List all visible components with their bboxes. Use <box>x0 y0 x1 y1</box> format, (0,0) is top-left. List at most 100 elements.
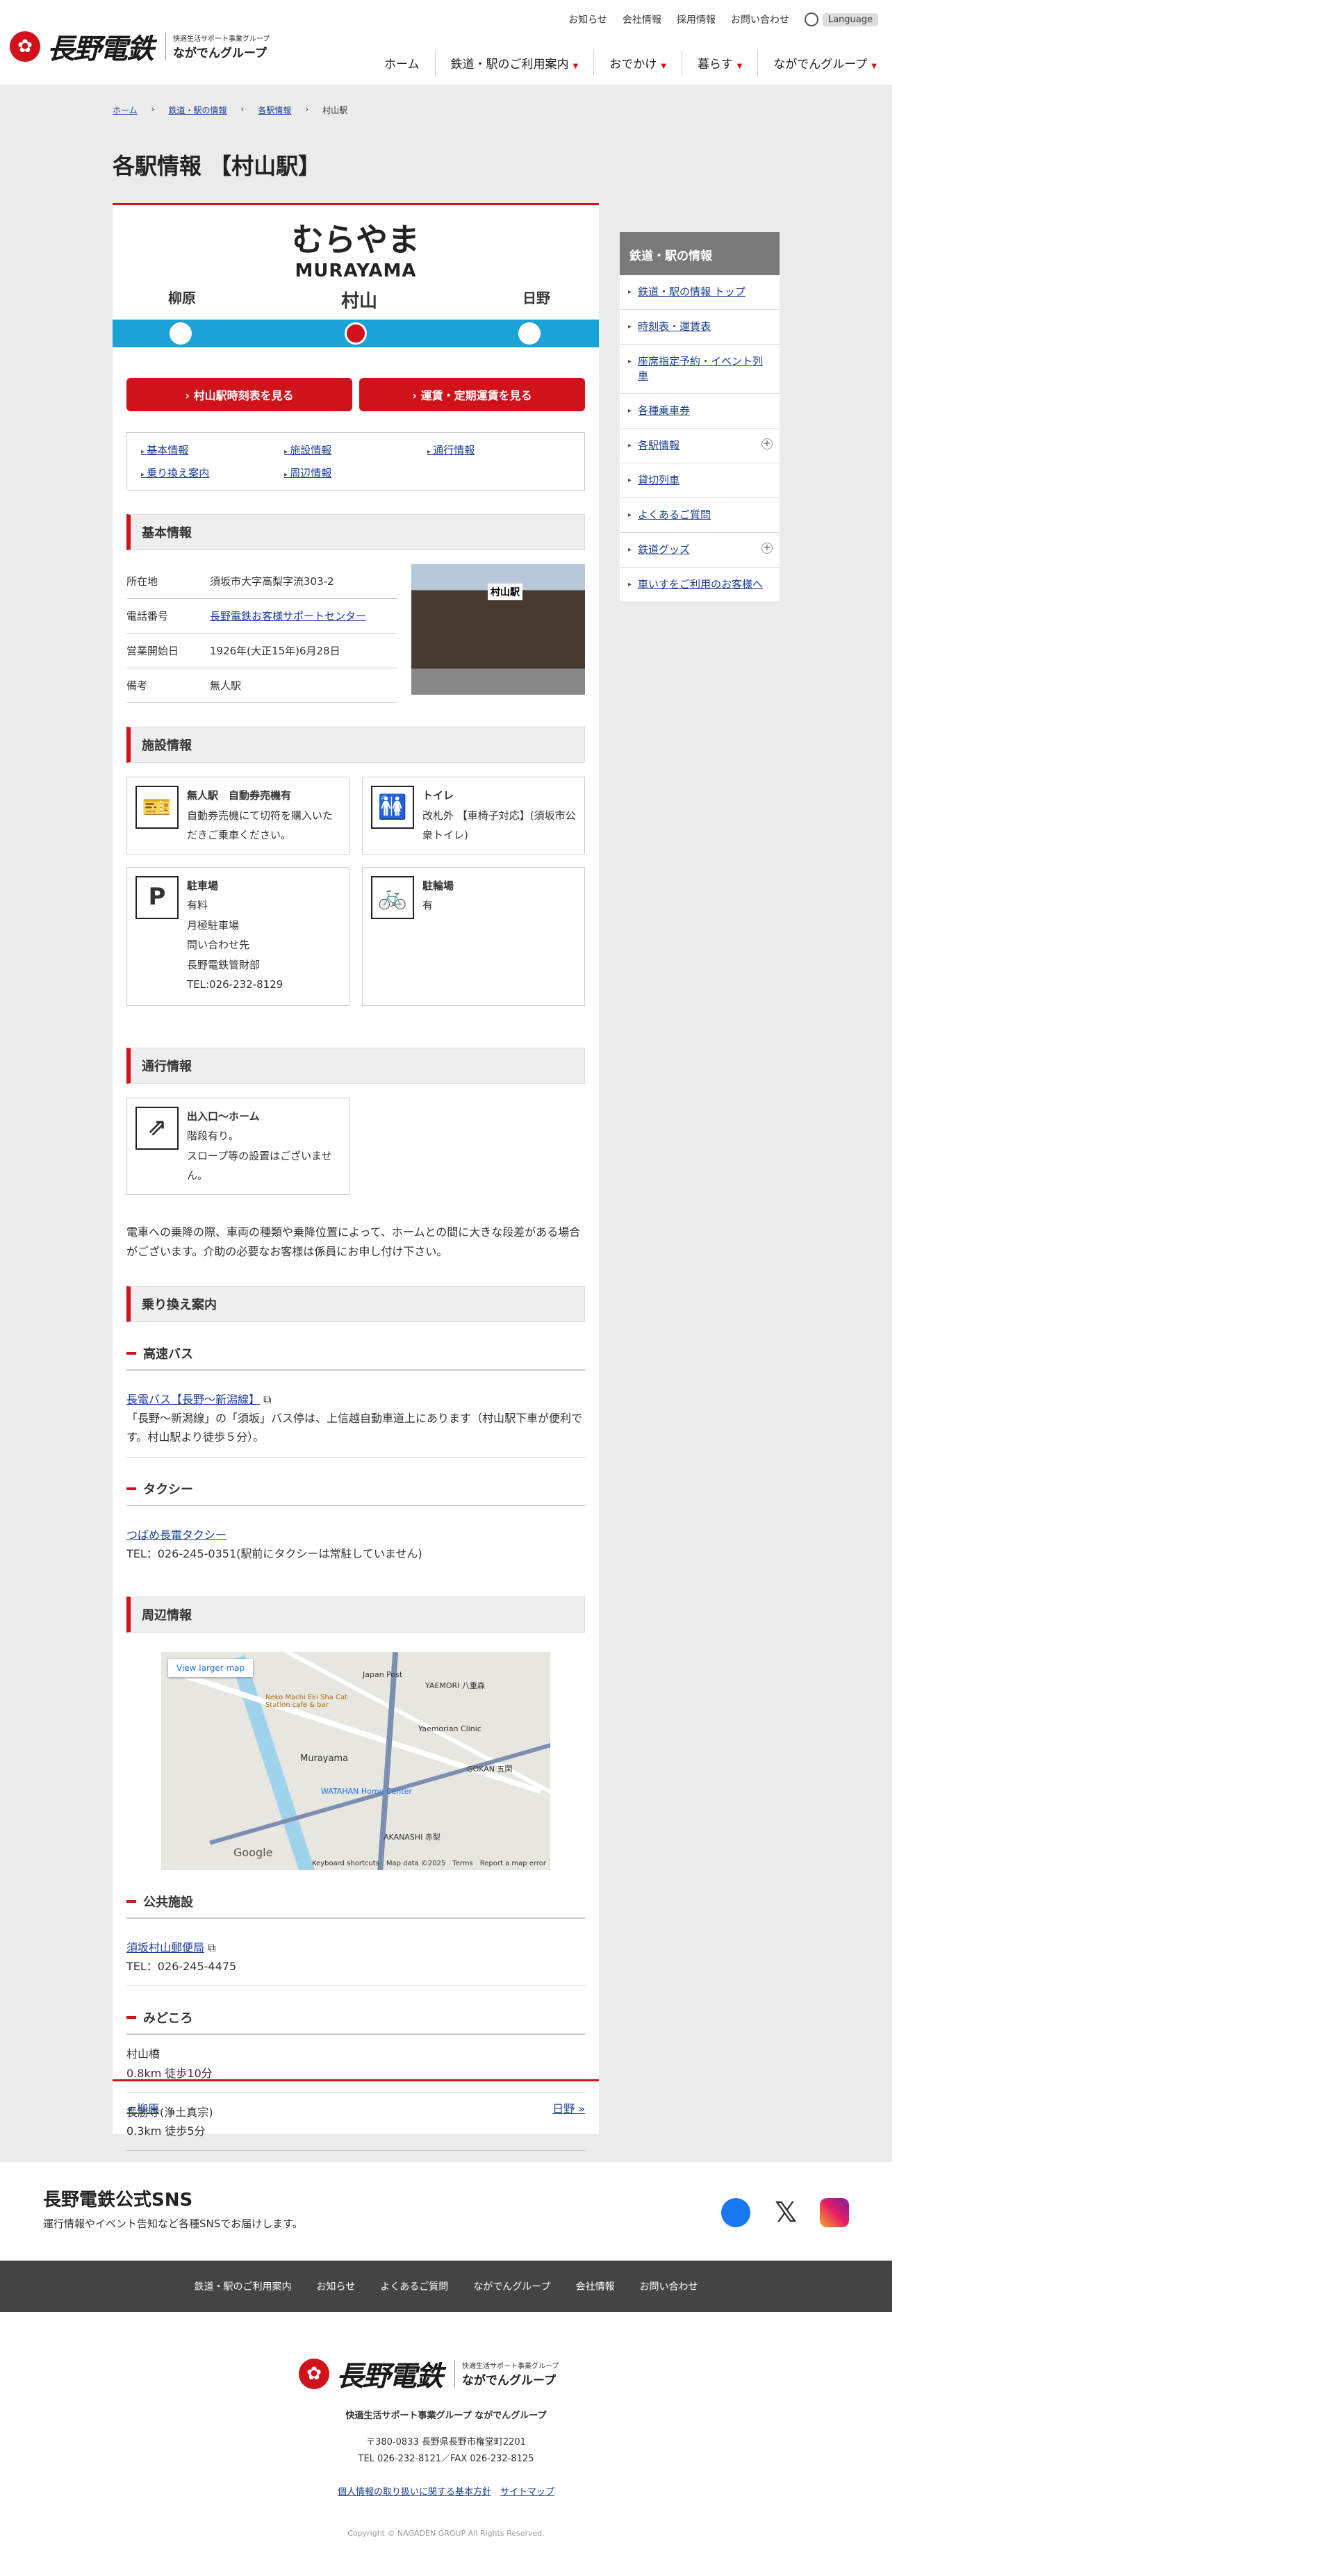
support-center-link[interactable]: 長野電鉄お客様サポートセンター <box>210 609 366 623</box>
facility-card: 🎫 無人駅 自動券売機有 自動券売機にて切符を購入いただきご乗車ください。 <box>126 777 349 854</box>
anchor-facility[interactable]: 施設情報 <box>284 443 427 457</box>
util-news-link[interactable]: お知らせ <box>568 13 607 26</box>
group-logo: 快適生活サポート事業グループ ながでんグループ <box>165 33 270 60</box>
basic-heading: 基本情報 <box>126 514 585 550</box>
footer-nav-item[interactable]: よくあるご質問 <box>380 2279 448 2293</box>
post-office-link[interactable]: 須坂村山郵便局 <box>126 1941 204 1954</box>
nav-group[interactable]: ながでんグループ ▼ <box>757 50 892 76</box>
access-card: ⇗ 出入口〜ホーム 階段有り。 スロープ等の設置はございません。 <box>126 1097 349 1195</box>
footer-nav-item[interactable]: 鉄道・駅のご利用案内 <box>195 2279 292 2293</box>
footer-nav-item[interactable]: 会社情報 <box>575 2279 614 2293</box>
nagaden-mark-icon: ✿ <box>10 31 40 62</box>
sidebar-item[interactable]: 鉄道・駅の情報 トップ <box>620 275 780 310</box>
page-title: 各駅情報 【村山駅】 <box>113 153 321 179</box>
anchor-access[interactable]: 通行情報 <box>427 443 570 457</box>
taxi-link[interactable]: つばめ長電タクシー <box>126 1528 227 1542</box>
breadcrumb-home[interactable]: ホーム <box>113 104 138 116</box>
footer-tel: TEL 026-232-8121／FAX 026-232-8125 <box>358 2454 534 2464</box>
site-logo[interactable]: ✿ 長野電鉄 快適生活サポート事業グループ ながでんグループ <box>10 26 270 67</box>
facility-card: P 駐車場 有料 月極駐車場 問い合わせ先 長野電鉄管財部 TEL:026-232-… <box>126 866 349 1006</box>
sidebar-item[interactable]: 各種乗車券 <box>620 394 780 429</box>
footer-nav-item[interactable]: お問い合わせ <box>639 2279 698 2293</box>
breadcrumb-railway[interactable]: 鉄道・駅の情報 <box>168 104 227 116</box>
logo-text: 長野電鉄 <box>47 33 154 65</box>
nav-railway[interactable]: 鉄道・駅のご利用案内 ▼ <box>434 50 594 76</box>
facility-card: 🚲 駐輪場有 <box>362 866 585 1006</box>
sidebar-item[interactable]: 貸切列車 <box>620 463 780 498</box>
table-row: 備考 無人駅 <box>126 668 397 703</box>
facility-grid: 🎫 無人駅 自動券売機有 自動券売機にて切符を購入いただきご乗車ください。 🚻 トイレ… <box>126 777 585 1006</box>
privacy-link[interactable]: 個人情報の取り扱いに関する基本方針 <box>338 2487 491 2497</box>
map-larger-link[interactable]: View larger map <box>168 1659 254 1678</box>
util-recruit-link[interactable]: 採用情報 <box>677 13 716 26</box>
timetable-button[interactable]: › 村山駅時刻表を見る <box>126 378 352 411</box>
sidebar: 鉄道・駅の情報 鉄道・駅の情報 トップ 時刻表・運賃表 座席指定予約・イベント列… <box>620 232 780 602</box>
station-kana: むらやま <box>292 221 420 258</box>
sns-text: 運行情報やイベント告知など各種SNSでお届けします。 <box>43 2218 303 2230</box>
sns-title: 長野電鉄公式SNS <box>43 2190 193 2211</box>
nav-home[interactable]: ホーム <box>369 50 435 76</box>
site-header: ✿ 長野電鉄 快適生活サポート事業グループ ながでんグループ お知らせ 会社情報 … <box>0 0 892 85</box>
nav-living[interactable]: 暮らす ▼ <box>681 50 757 76</box>
nearby-heading: 周辺情報 <box>126 1596 585 1633</box>
prev-station: 柳原 <box>168 290 196 306</box>
x-icon[interactable]: 𝕏 <box>771 2198 800 2227</box>
sns-section: 長野電鉄公式SNS 運行情報やイベント告知など各種SNSでお届けします。 𝕏 <box>0 2162 892 2261</box>
taxi-heading: タクシー <box>126 1480 585 1506</box>
sidebar-item[interactable]: 車いすをご利用のお客様へ <box>620 568 780 602</box>
anchor-nearby[interactable]: 周辺情報 <box>284 465 427 480</box>
sidebar-item[interactable]: 各駅情報+ <box>620 429 780 463</box>
facility-card: 🚻 トイレ 改札外 【車椅子対応】(須坂市公衆トイレ) <box>362 777 585 854</box>
prev-station-link[interactable]: « 柳原 <box>126 2099 159 2116</box>
bus-link[interactable]: 長電バス【長野〜新潟線】 <box>126 1393 260 1406</box>
station-dot <box>518 322 541 345</box>
google-map[interactable]: View larger map Murayama Japan Post YAEM… <box>161 1652 550 1871</box>
sidebar-title: 鉄道・駅の情報 <box>620 232 780 275</box>
footer-nav-item[interactable]: お知らせ <box>317 2279 356 2293</box>
station-main: むらやま MURAYAMA 柳原 村山 日野 › 村山駅時刻表を見る › 運賃・… <box>113 203 599 2152</box>
plus-icon[interactable]: + <box>761 543 773 554</box>
table-row: 所在地 須坂市大字高梨字流303-2 <box>126 564 397 599</box>
table-row: 電話番号 長野電鉄お客様サポートセンター <box>126 599 397 634</box>
nav-outing[interactable]: おでかけ ▼ <box>593 50 682 76</box>
footer-nav-item[interactable]: ながでんグループ <box>473 2279 550 2293</box>
util-contact-link[interactable]: お問い合わせ <box>731 13 789 26</box>
anchor-transfer[interactable]: 乗り換え案内 <box>141 465 284 480</box>
public-heading: 公共施設 <box>126 1892 585 1919</box>
facility-heading: 施設情報 <box>126 727 585 763</box>
copyright: Copyright © NAGADEN GROUP All Rights Res… <box>347 2529 545 2538</box>
sitemap-link[interactable]: サイトマップ <box>500 2487 554 2497</box>
chevron-down-icon: ▼ <box>573 63 579 70</box>
chevron-down-icon: ▼ <box>661 63 666 70</box>
fare-button[interactable]: › 運賃・定期運賃を見る <box>359 378 585 411</box>
breadcrumb-current: 村山駅 <box>322 106 348 115</box>
anchor-basic[interactable]: 基本情報 <box>141 443 284 457</box>
util-company-link[interactable]: 会社情報 <box>623 13 661 26</box>
footer-group: 快適生活サポート事業グループ ながでんグループ <box>345 2411 547 2421</box>
parking-icon: P <box>135 875 179 919</box>
basic-table: 所在地 須坂市大字高梨字流303-2 電話番号 長野電鉄お客様サポートセンター 営業… <box>126 564 397 703</box>
stairs-icon: ⇗ <box>135 1106 179 1150</box>
external-link-icon: ⧉ <box>263 1393 272 1407</box>
ticket-machine-icon: 🎫 <box>135 786 179 829</box>
bicycle-icon: 🚲 <box>371 875 414 919</box>
globe-icon <box>804 13 818 26</box>
sidebar-item[interactable]: よくあるご質問 <box>620 498 780 533</box>
sidebar-item[interactable]: 座席指定予約・イベント列車 <box>620 345 780 394</box>
sidebar-item[interactable]: 時刻表・運賃表 <box>620 310 780 345</box>
station-pager: « 柳原 日野 » <box>113 2079 599 2134</box>
sidebar-item[interactable]: 鉄道グッズ+ <box>620 533 780 568</box>
next-station-link[interactable]: 日野 » <box>552 2099 585 2116</box>
instagram-icon[interactable] <box>820 2198 849 2227</box>
google-logo: Google <box>233 1846 273 1860</box>
footer-nav: 鉄道・駅のご利用案内 お知らせ よくあるご質問 ながでんグループ 会社情報 お問… <box>0 2261 892 2312</box>
route-line <box>113 320 599 347</box>
global-nav: ホーム 鉄道・駅のご利用案内 ▼ おでかけ ▼ 暮らす ▼ ながでんグループ ▼ <box>369 50 892 76</box>
footer-logo[interactable]: ✿ 長野電鉄 快適生活サポート事業グループ ながでんグループ <box>299 2354 559 2394</box>
breadcrumb-stations[interactable]: 各駅情報 <box>258 104 291 116</box>
page-anchors: 基本情報 施設情報 通行情報 乗り換え案内 周辺情報 <box>126 432 585 490</box>
plus-icon[interactable]: + <box>761 438 773 449</box>
table-row: 営業開始日 1926年(大正15年)6月28日 <box>126 634 397 668</box>
language-selector[interactable]: Language <box>804 13 878 26</box>
facebook-icon[interactable] <box>721 2198 750 2227</box>
